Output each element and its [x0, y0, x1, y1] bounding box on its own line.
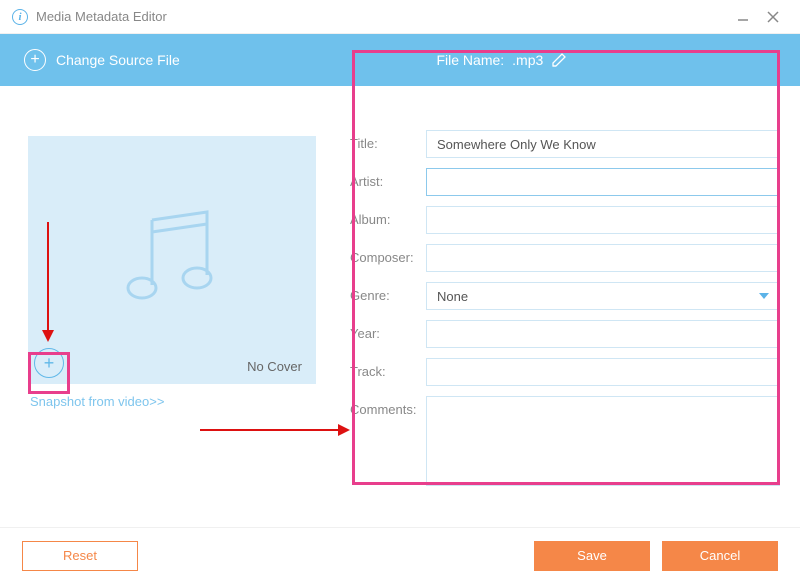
album-input[interactable]: [426, 206, 780, 234]
row-composer: Composer:: [350, 244, 780, 272]
label-album: Album:: [350, 206, 426, 227]
titlebar: i Media Metadata Editor: [0, 0, 800, 34]
label-title: Title:: [350, 130, 426, 151]
left-pane: No Cover + Snapshot from video>>: [0, 86, 350, 527]
save-button[interactable]: Save: [534, 541, 650, 571]
no-cover-label: No Cover: [247, 359, 302, 374]
row-title: Title:: [350, 130, 780, 158]
title-input[interactable]: [426, 130, 780, 158]
row-artist: Artist:: [350, 168, 780, 196]
change-source-button[interactable]: + Change Source File: [0, 49, 204, 71]
reset-button[interactable]: Reset: [22, 541, 138, 571]
row-comments: Comments:: [350, 396, 780, 486]
minimize-icon: [737, 11, 749, 23]
close-icon: [767, 11, 779, 23]
label-comments: Comments:: [350, 396, 426, 417]
label-genre: Genre:: [350, 282, 426, 303]
edit-icon[interactable]: [551, 52, 567, 68]
cancel-button[interactable]: Cancel: [662, 541, 778, 571]
app-title: Media Metadata Editor: [36, 9, 728, 24]
toolbar: + Change Source File File Name: .mp3: [0, 34, 800, 86]
minimize-button[interactable]: [728, 5, 758, 29]
close-button[interactable]: [758, 5, 788, 29]
genre-value: None: [437, 289, 468, 304]
change-source-label: Change Source File: [56, 52, 180, 68]
filename-area: File Name: .mp3: [204, 52, 800, 68]
row-track: Track:: [350, 358, 780, 386]
filename-label: File Name:: [436, 52, 504, 68]
right-pane: Title: Artist: Album: Composer: Genre: N…: [350, 86, 800, 527]
label-track: Track:: [350, 358, 426, 379]
chevron-down-icon: [759, 293, 769, 299]
row-genre: Genre: None: [350, 282, 780, 310]
footer: Reset Save Cancel: [0, 527, 800, 583]
year-input[interactable]: [426, 320, 780, 348]
composer-input[interactable]: [426, 244, 780, 272]
add-cover-button[interactable]: +: [34, 348, 64, 378]
track-input[interactable]: [426, 358, 780, 386]
label-artist: Artist:: [350, 168, 426, 189]
music-note-icon: [112, 200, 232, 320]
row-album: Album:: [350, 206, 780, 234]
filename-value: .mp3: [512, 52, 543, 68]
snapshot-link[interactable]: Snapshot from video>>: [30, 394, 330, 409]
row-year: Year:: [350, 320, 780, 348]
main: No Cover + Snapshot from video>> Title: …: [0, 86, 800, 527]
genre-select[interactable]: None: [426, 282, 780, 310]
label-year: Year:: [350, 320, 426, 341]
plus-icon: +: [24, 49, 46, 71]
comments-input[interactable]: [426, 396, 780, 486]
label-composer: Composer:: [350, 244, 426, 265]
info-icon: i: [12, 9, 28, 25]
artist-input[interactable]: [426, 168, 780, 196]
cover-art-box: No Cover +: [28, 136, 316, 384]
